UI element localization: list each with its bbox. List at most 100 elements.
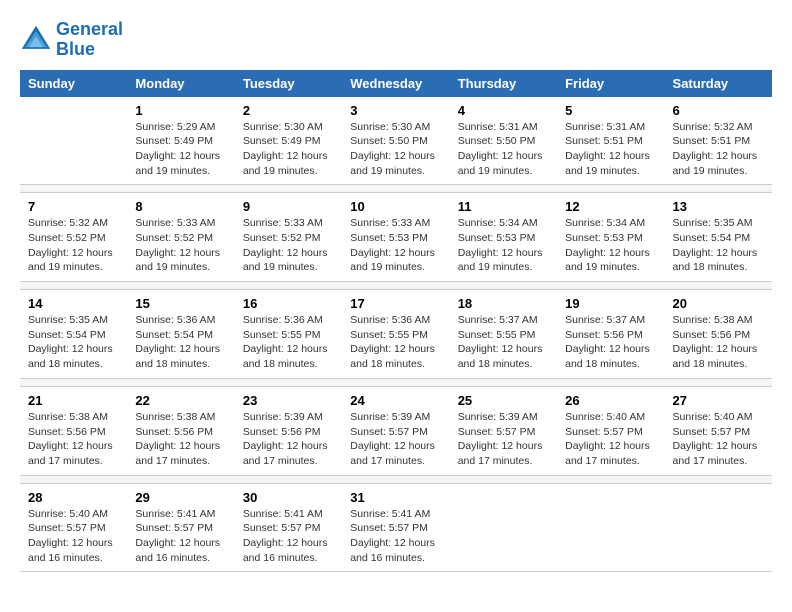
- day-number: 31: [350, 490, 441, 505]
- day-info: Sunrise: 5:32 AM Sunset: 5:51 PM Dayligh…: [673, 120, 764, 179]
- day-cell: 1Sunrise: 5:29 AM Sunset: 5:49 PM Daylig…: [127, 97, 234, 185]
- day-info: Sunrise: 5:40 AM Sunset: 5:57 PM Dayligh…: [565, 410, 656, 469]
- day-info: Sunrise: 5:41 AM Sunset: 5:57 PM Dayligh…: [350, 507, 441, 566]
- day-info: Sunrise: 5:40 AM Sunset: 5:57 PM Dayligh…: [28, 507, 119, 566]
- day-number: 16: [243, 296, 334, 311]
- day-cell: 3 Sunrise: 5:30 AM Sunset: 5:50 PM Daylig…: [342, 97, 449, 185]
- day-number: 15: [135, 296, 226, 311]
- day-number: 24: [350, 393, 441, 408]
- day-info: Sunrise: 5:36 AM Sunset: 5:54 PM Dayligh…: [135, 313, 226, 372]
- day-info: Sunrise: 5:31 AM Sunset: 5:51 PM Dayligh…: [565, 120, 656, 179]
- day-number: 11: [458, 199, 549, 214]
- page-header: General Blue: [20, 20, 772, 60]
- day-info: Sunrise: 5:33 AM Sunset: 5:52 PM Dayligh…: [135, 216, 226, 275]
- day-number: 27: [673, 393, 764, 408]
- day-cell: 22 Sunrise: 5:38 AM Sunset: 5:56 PM Dayli…: [127, 386, 234, 475]
- day-cell: 15 Sunrise: 5:36 AM Sunset: 5:54 PM Dayli…: [127, 290, 234, 379]
- week-divider: [20, 282, 772, 290]
- day-cell: 6 Sunrise: 5:32 AM Sunset: 5:51 PM Daylig…: [665, 97, 772, 185]
- week-row-4: 21 Sunrise: 5:38 AM Sunset: 5:56 PM Dayli…: [20, 386, 772, 475]
- day-number: 13: [673, 199, 764, 214]
- week-row-5: 28Sunrise: 5:40 AM Sunset: 5:57 PM Dayli…: [20, 483, 772, 572]
- day-cell: 8Sunrise: 5:33 AM Sunset: 5:52 PM Daylig…: [127, 193, 234, 282]
- day-info: Sunrise: 5:32 AM Sunset: 5:52 PM Dayligh…: [28, 216, 119, 275]
- day-info: Sunrise: 5:36 AM Sunset: 5:55 PM Dayligh…: [350, 313, 441, 372]
- weekday-header-sunday: Sunday: [20, 70, 127, 97]
- day-info: Sunrise: 5:37 AM Sunset: 5:55 PM Dayligh…: [458, 313, 549, 372]
- day-info: Sunrise: 5:34 AM Sunset: 5:53 PM Dayligh…: [458, 216, 549, 275]
- divider-cell: [20, 185, 772, 193]
- day-info: Sunrise: 5:33 AM Sunset: 5:52 PM Dayligh…: [243, 216, 334, 275]
- weekday-header-row: SundayMondayTuesdayWednesdayThursdayFrid…: [20, 70, 772, 97]
- day-number: 29: [135, 490, 226, 505]
- day-info: Sunrise: 5:39 AM Sunset: 5:56 PM Dayligh…: [243, 410, 334, 469]
- day-info: Sunrise: 5:37 AM Sunset: 5:56 PM Dayligh…: [565, 313, 656, 372]
- day-cell: 29 Sunrise: 5:41 AM Sunset: 5:57 PM Dayli…: [127, 483, 234, 572]
- day-cell: [557, 483, 664, 572]
- day-number: 23: [243, 393, 334, 408]
- divider-cell: [20, 378, 772, 386]
- day-number: 14: [28, 296, 119, 311]
- day-info: Sunrise: 5:31 AM Sunset: 5:50 PM Dayligh…: [458, 120, 549, 179]
- day-cell: 28Sunrise: 5:40 AM Sunset: 5:57 PM Dayli…: [20, 483, 127, 572]
- day-cell: 14 Sunrise: 5:35 AM Sunset: 5:54 PM Dayli…: [20, 290, 127, 379]
- day-number: 3: [350, 103, 441, 118]
- day-cell: [665, 483, 772, 572]
- day-cell: 13 Sunrise: 5:35 AM Sunset: 5:54 PM Dayli…: [665, 193, 772, 282]
- day-number: 12: [565, 199, 656, 214]
- day-cell: 2Sunrise: 5:30 AM Sunset: 5:49 PM Daylig…: [235, 97, 342, 185]
- weekday-header-wednesday: Wednesday: [342, 70, 449, 97]
- day-info: Sunrise: 5:39 AM Sunset: 5:57 PM Dayligh…: [350, 410, 441, 469]
- day-cell: 21Sunrise: 5:38 AM Sunset: 5:56 PM Dayli…: [20, 386, 127, 475]
- day-info: Sunrise: 5:41 AM Sunset: 5:57 PM Dayligh…: [243, 507, 334, 566]
- weekday-header-tuesday: Tuesday: [235, 70, 342, 97]
- weekday-header-monday: Monday: [127, 70, 234, 97]
- logo: General Blue: [20, 20, 123, 60]
- day-info: Sunrise: 5:36 AM Sunset: 5:55 PM Dayligh…: [243, 313, 334, 372]
- day-cell: 17 Sunrise: 5:36 AM Sunset: 5:55 PM Dayli…: [342, 290, 449, 379]
- week-divider: [20, 378, 772, 386]
- day-number: 10: [350, 199, 441, 214]
- day-cell: 9 Sunrise: 5:33 AM Sunset: 5:52 PM Daylig…: [235, 193, 342, 282]
- day-cell: 23 Sunrise: 5:39 AM Sunset: 5:56 PM Dayli…: [235, 386, 342, 475]
- day-number: 4: [458, 103, 549, 118]
- day-info: Sunrise: 5:40 AM Sunset: 5:57 PM Dayligh…: [673, 410, 764, 469]
- day-cell: 30 Sunrise: 5:41 AM Sunset: 5:57 PM Dayli…: [235, 483, 342, 572]
- weekday-header-thursday: Thursday: [450, 70, 557, 97]
- day-info: Sunrise: 5:33 AM Sunset: 5:53 PM Dayligh…: [350, 216, 441, 275]
- day-info: Sunrise: 5:35 AM Sunset: 5:54 PM Dayligh…: [673, 216, 764, 275]
- day-info: Sunrise: 5:30 AM Sunset: 5:50 PM Dayligh…: [350, 120, 441, 179]
- day-cell: 26 Sunrise: 5:40 AM Sunset: 5:57 PM Dayli…: [557, 386, 664, 475]
- day-number: 9: [243, 199, 334, 214]
- divider-cell: [20, 282, 772, 290]
- day-number: 7: [28, 199, 119, 214]
- week-row-2: 7 Sunrise: 5:32 AM Sunset: 5:52 PM Daylig…: [20, 193, 772, 282]
- week-row-1: 1Sunrise: 5:29 AM Sunset: 5:49 PM Daylig…: [20, 97, 772, 185]
- day-info: Sunrise: 5:39 AM Sunset: 5:57 PM Dayligh…: [458, 410, 549, 469]
- day-info: Sunrise: 5:38 AM Sunset: 5:56 PM Dayligh…: [135, 410, 226, 469]
- day-cell: 24 Sunrise: 5:39 AM Sunset: 5:57 PM Dayli…: [342, 386, 449, 475]
- logo-icon: [20, 24, 52, 56]
- day-cell: 10 Sunrise: 5:33 AM Sunset: 5:53 PM Dayli…: [342, 193, 449, 282]
- day-cell: 31 Sunrise: 5:41 AM Sunset: 5:57 PM Dayli…: [342, 483, 449, 572]
- week-divider: [20, 185, 772, 193]
- week-divider: [20, 475, 772, 483]
- day-cell: 20Sunrise: 5:38 AM Sunset: 5:56 PM Dayli…: [665, 290, 772, 379]
- day-number: 18: [458, 296, 549, 311]
- day-number: 22: [135, 393, 226, 408]
- day-info: Sunrise: 5:35 AM Sunset: 5:54 PM Dayligh…: [28, 313, 119, 372]
- day-number: 1: [135, 103, 226, 118]
- day-number: 17: [350, 296, 441, 311]
- day-number: 21: [28, 393, 119, 408]
- day-number: 5: [565, 103, 656, 118]
- day-number: 26: [565, 393, 656, 408]
- day-number: 6: [673, 103, 764, 118]
- day-info: Sunrise: 5:34 AM Sunset: 5:53 PM Dayligh…: [565, 216, 656, 275]
- day-cell: [450, 483, 557, 572]
- day-number: 25: [458, 393, 549, 408]
- day-number: 30: [243, 490, 334, 505]
- day-cell: 5 Sunrise: 5:31 AM Sunset: 5:51 PM Daylig…: [557, 97, 664, 185]
- day-cell: 12 Sunrise: 5:34 AM Sunset: 5:53 PM Dayli…: [557, 193, 664, 282]
- day-info: Sunrise: 5:41 AM Sunset: 5:57 PM Dayligh…: [135, 507, 226, 566]
- day-info: Sunrise: 5:30 AM Sunset: 5:49 PM Dayligh…: [243, 120, 334, 179]
